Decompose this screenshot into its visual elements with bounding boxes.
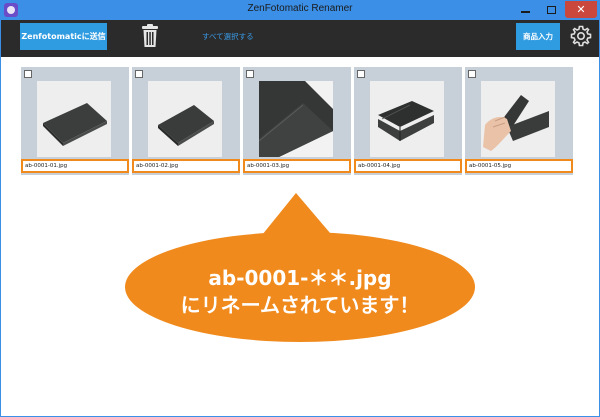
wallet-photo [148, 81, 222, 157]
window-title: ZenFotomatic Renamer [247, 3, 353, 14]
select-all-link[interactable]: すべて選択する [202, 31, 254, 42]
close-button[interactable]: ✕ [565, 1, 597, 18]
filename-label: ab-0001-05.jpg [465, 159, 573, 173]
callout-message: にリネームされています！ [180, 293, 420, 317]
wallet-photo [481, 81, 555, 157]
image-checkbox[interactable] [246, 70, 254, 78]
minimize-icon [520, 11, 530, 13]
wallet-photo [37, 81, 111, 157]
close-icon: ✕ [576, 3, 586, 16]
trash-icon[interactable] [141, 24, 159, 48]
image-checkbox[interactable] [135, 70, 143, 78]
title-bar[interactable]: ZenFotomatic Renamer ✕ [0, 0, 600, 20]
filename-label: ab-0001-01.jpg [21, 159, 129, 173]
product-input-button[interactable]: 商品入力 [516, 23, 560, 50]
filename-label: ab-0001-03.jpg [243, 159, 351, 173]
toolbar: Zenfotomaticに送信 すべて選択する 商品入力 [1, 20, 599, 57]
filename-label: ab-0001-04.jpg [354, 159, 462, 173]
minimize-button[interactable] [512, 1, 538, 18]
filename-label: ab-0001-02.jpg [132, 159, 240, 173]
image-grid: ab-0001-01.jpg ab-0001-02.jpg ab-0001-03… [1, 57, 599, 416]
image-checkbox[interactable] [357, 70, 365, 78]
callout-text: ab-0001-＊＊.jpg にリネームされています！ [130, 265, 470, 319]
maximize-icon [546, 5, 556, 14]
image-checkbox[interactable] [468, 70, 476, 78]
wallet-photo [370, 81, 444, 157]
image-checkbox[interactable] [24, 70, 32, 78]
send-to-zenfotomatic-button[interactable]: Zenfotomaticに送信 [20, 23, 107, 50]
callout-filename-pattern: ab-0001-＊＊.jpg [208, 266, 392, 290]
gear-icon[interactable] [570, 25, 592, 47]
maximize-button[interactable] [538, 1, 564, 18]
app-window: ZenFotomatic Renamer ✕ Zenfotomaticに送信 す… [0, 0, 600, 417]
wallet-photo [259, 81, 333, 157]
